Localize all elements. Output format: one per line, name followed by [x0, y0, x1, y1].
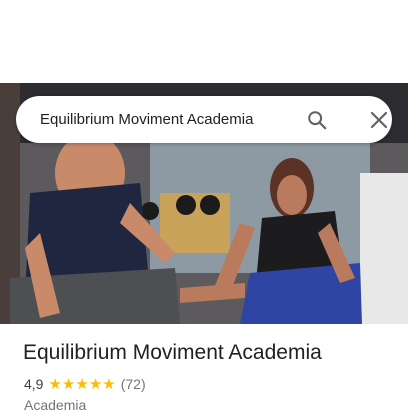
- search-icon: [308, 111, 327, 130]
- star-icon: ★: [75, 375, 89, 393]
- close-button[interactable]: [364, 105, 394, 135]
- review-count-link[interactable]: (72): [121, 376, 146, 392]
- rating-row: 4,9 ★ ★ ★ ★ ★ (72): [24, 375, 146, 393]
- close-icon: [370, 111, 388, 129]
- star-icon: ★: [102, 375, 116, 393]
- place-title: Equilibrium Moviment Academia: [23, 341, 322, 364]
- search-input[interactable]: Equilibrium Moviment Academia: [40, 96, 253, 143]
- search-bar: Equilibrium Moviment Academia: [16, 96, 392, 143]
- star-rating: ★ ★ ★ ★ ★: [48, 377, 115, 392]
- search-button[interactable]: [302, 105, 332, 135]
- star-icon: ★: [61, 375, 76, 393]
- star-icon: ★: [48, 375, 62, 393]
- place-category: Academia: [24, 397, 87, 413]
- rating-value: 4,9: [24, 376, 44, 392]
- star-icon: ★: [88, 375, 103, 393]
